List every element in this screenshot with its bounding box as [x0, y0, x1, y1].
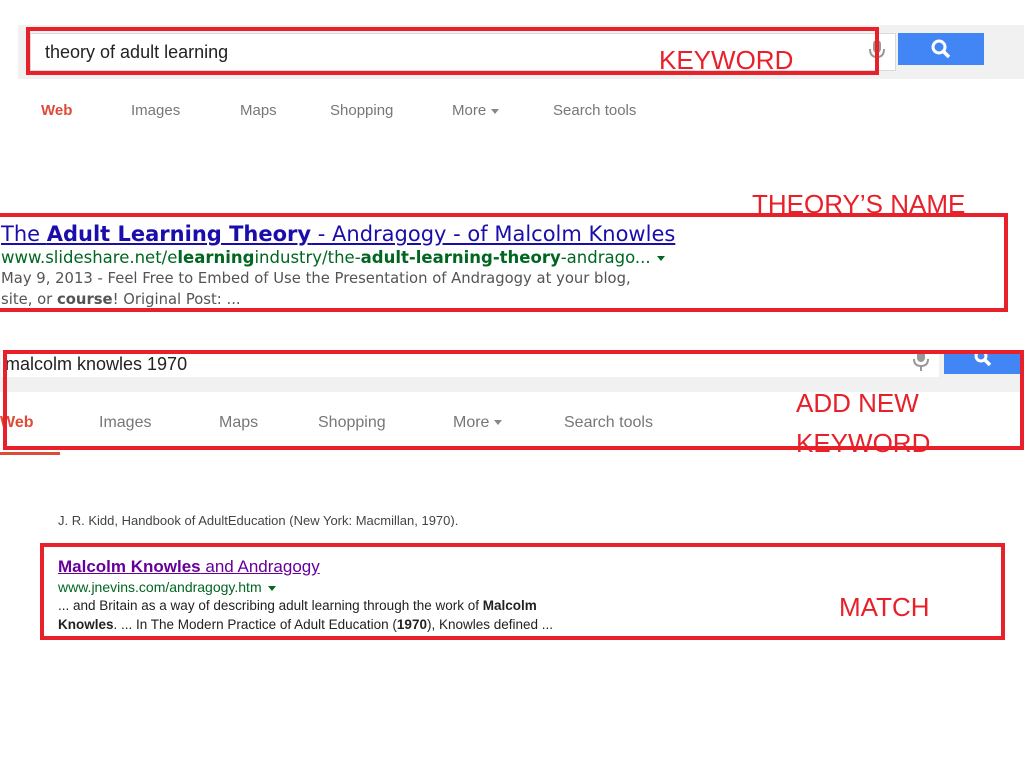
tab-more-label: More: [452, 102, 487, 119]
annotation-match: MATCH: [839, 592, 930, 622]
tab-images[interactable]: Images: [131, 102, 180, 119]
annotation-keyword: KEYWORD: [659, 45, 794, 75]
theory-name-highlight-box: [0, 213, 1008, 312]
tab-search-tools[interactable]: Search tools: [553, 102, 636, 119]
tab-web[interactable]: Web: [41, 102, 72, 119]
caret-down-icon: [491, 108, 500, 114]
magnifier-icon: [931, 39, 951, 59]
tab-shopping[interactable]: Shopping: [330, 102, 393, 119]
active-tab-underline: [0, 452, 60, 455]
annotation-add-new-keyword: KEYWORD: [796, 428, 931, 458]
cutoff-citation-text: J. R. Kidd, Handbook of AdultEducation (…: [58, 513, 459, 527]
cutoff-citation: J. R. Kidd, Handbook of AdultEducation (…: [58, 511, 758, 527]
tab-maps[interactable]: Maps: [240, 102, 277, 119]
search-tabs-1: Web Images Maps Shopping More Search too…: [0, 102, 1024, 126]
tab-more[interactable]: More: [452, 102, 500, 119]
search-button-1[interactable]: [898, 33, 984, 65]
annotation-add-new: ADD NEW: [796, 388, 919, 418]
